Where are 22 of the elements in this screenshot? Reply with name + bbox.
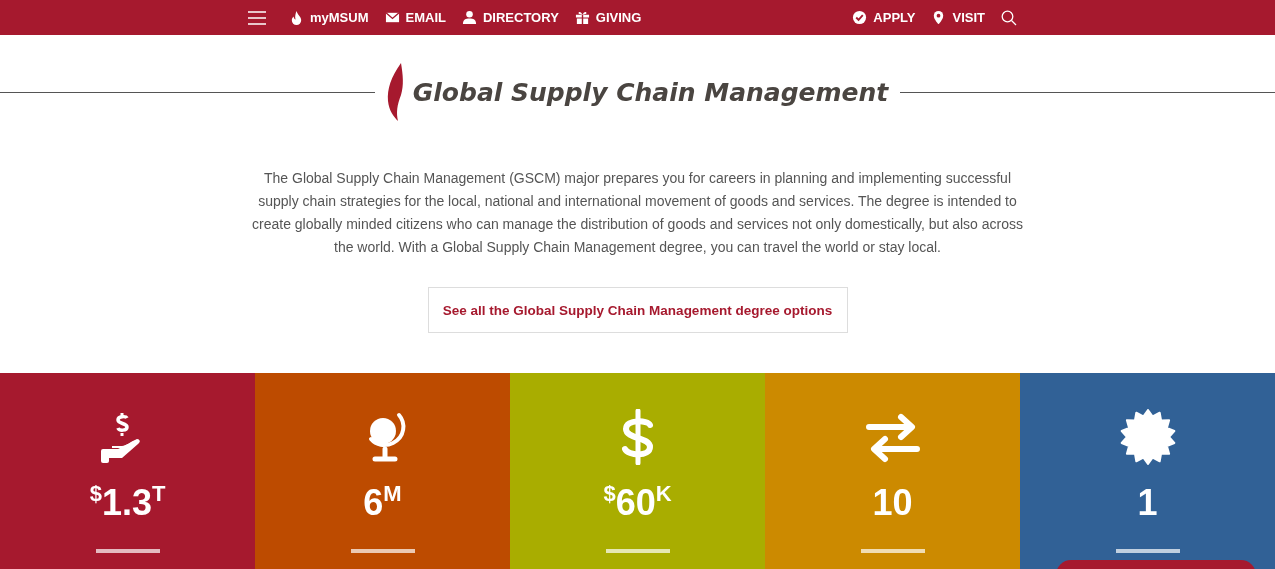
- nav-link[interactable]: myMSUM: [289, 10, 369, 25]
- nav-link[interactable]: EMAIL: [384, 10, 446, 25]
- flame-logo: [386, 63, 405, 121]
- gift-icon: [574, 10, 590, 25]
- search-icon[interactable]: [1001, 9, 1017, 26]
- nav-link[interactable]: DIRECTORY: [461, 10, 559, 25]
- degree-options-button[interactable]: See all the Global Supply Chain Management degree options: [427, 287, 848, 333]
- stat-value: 6$^{M}$: [363, 481, 402, 525]
- stat-value: $^{$}$60$^{K}$: [603, 481, 672, 525]
- intro-paragraph: The Global Supply Chain Management (GSCM) major prepares you for careers in planning and implementing successful supply chain strategies for the local, national and international movement of goods and services. The degree is intended to create globally minded citizens who can manage the distribution of goods and services not only domestically, but also across the world. With a Global Supply Chain Management degree, you can travel the world or stay local.: [251, 169, 1024, 257]
- page-title: Global Supply Chain Management: [412, 77, 889, 107]
- check-circle-icon: [852, 10, 868, 25]
- person-icon: [461, 10, 477, 25]
- nav-link[interactable]: VISIT: [931, 10, 985, 25]
- stat-value: 1: [1137, 481, 1158, 525]
- stat-value: $^{$}$1.3$^{T}$: [89, 481, 166, 525]
- menu-icon[interactable]: [247, 9, 267, 26]
- envelope-icon: [384, 10, 400, 25]
- stat-value: 10: [872, 481, 913, 525]
- nav-link[interactable]: GIVING: [574, 10, 642, 25]
- nav-link[interactable]: APPLY: [852, 10, 916, 25]
- flame-icon: [289, 10, 304, 25]
